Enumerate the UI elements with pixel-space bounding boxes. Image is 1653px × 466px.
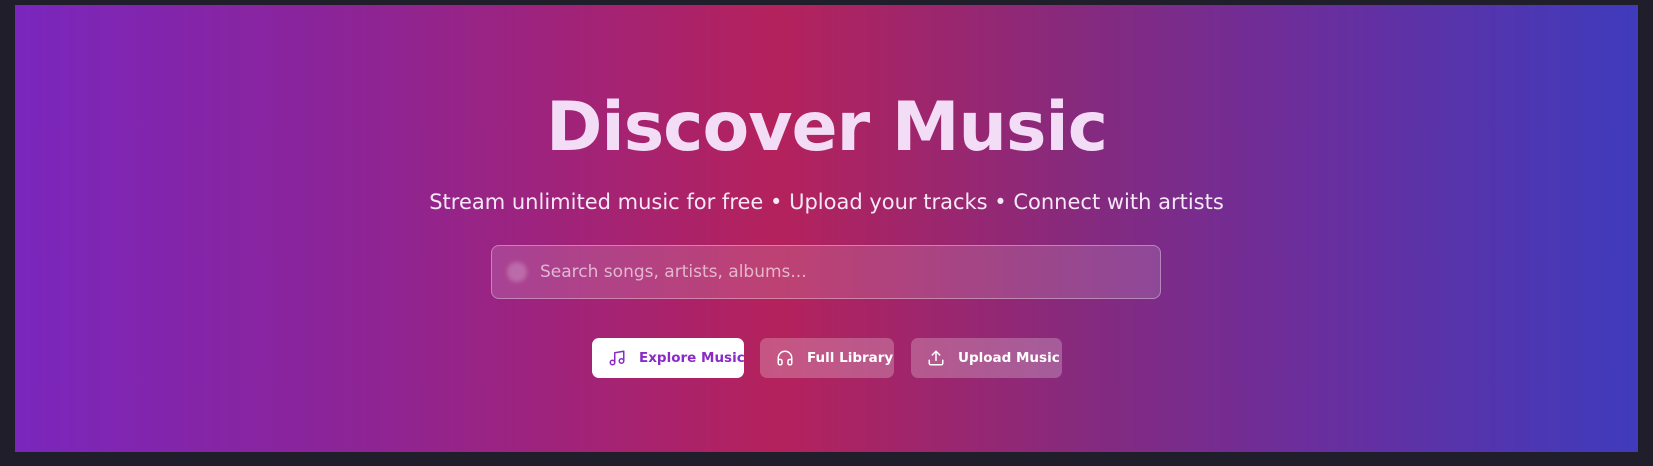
explore-music-button[interactable]: Explore Music <box>592 338 745 378</box>
search-icon <box>507 262 527 282</box>
music-note-icon <box>609 350 625 366</box>
hero-subtitle: Stream unlimited music for free • Upload… <box>429 190 1224 214</box>
headphones-icon <box>777 350 793 366</box>
hero-banner: Discover Music Stream unlimited music fo… <box>15 5 1638 452</box>
upload-music-label: Upload Music <box>958 350 1060 366</box>
hero-title: Discover Music <box>545 88 1108 167</box>
upload-music-button[interactable]: Upload Music <box>911 338 1062 378</box>
explore-music-label: Explore Music <box>639 350 745 366</box>
search-box[interactable] <box>491 245 1161 299</box>
full-library-label: Full Library <box>807 350 894 366</box>
full-library-button[interactable]: Full Library <box>760 338 894 378</box>
search-input[interactable] <box>540 246 1140 298</box>
upload-icon <box>928 350 944 366</box>
